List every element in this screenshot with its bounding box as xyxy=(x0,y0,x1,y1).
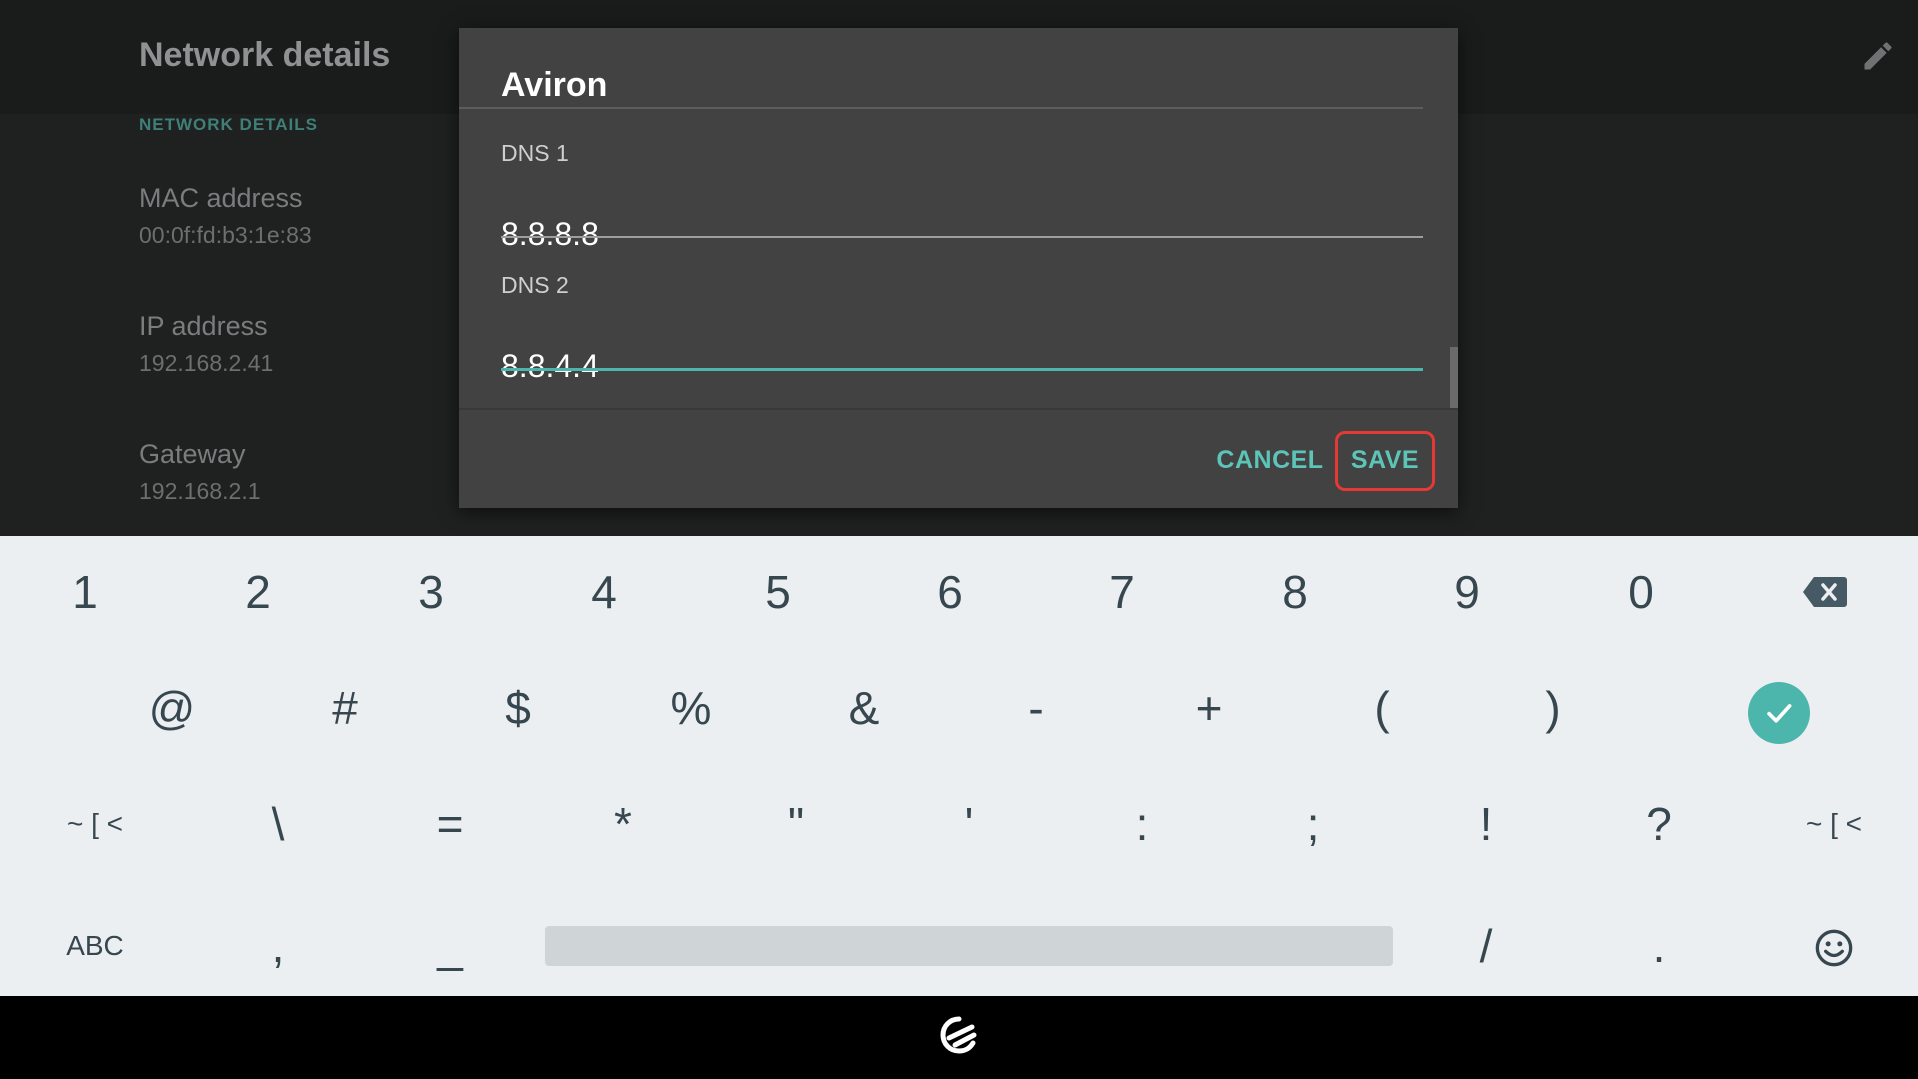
key-colon[interactable]: : xyxy=(1112,794,1172,854)
key-0[interactable]: 0 xyxy=(1611,562,1671,622)
key-symbols-shift-right[interactable]: ~ [ < xyxy=(1789,794,1879,854)
key-question[interactable]: ? xyxy=(1629,794,1689,854)
key-5[interactable]: 5 xyxy=(748,562,808,622)
item-value: 192.168.2.1 xyxy=(139,478,261,504)
backspace-key[interactable] xyxy=(1798,562,1852,622)
dialog-title: Aviron xyxy=(501,66,608,104)
mac-address-item[interactable]: MAC address 00:0f:fd:b3:1e:83 xyxy=(139,183,312,249)
key-semicolon[interactable]: ; xyxy=(1283,794,1343,854)
abc-key[interactable]: ABC xyxy=(55,916,135,976)
key-slash[interactable]: / xyxy=(1456,916,1516,976)
enter-key[interactable] xyxy=(1748,682,1810,744)
key-6[interactable]: 6 xyxy=(920,562,980,622)
key-exclamation[interactable]: ! xyxy=(1456,794,1516,854)
on-screen-keyboard: 1 2 3 4 5 6 7 8 9 0 @ # $ % & - + ( ) ~ … xyxy=(0,536,1918,996)
dns2-underline-focused xyxy=(501,368,1423,371)
ip-address-item[interactable]: IP address 192.168.2.41 xyxy=(139,311,273,377)
key-4[interactable]: 4 xyxy=(574,562,634,622)
item-value: 192.168.2.41 xyxy=(139,350,274,376)
save-button[interactable]: SAVE xyxy=(1336,434,1434,486)
divider xyxy=(459,408,1458,410)
key-comma[interactable]: , xyxy=(248,916,308,976)
dns1-input[interactable] xyxy=(501,212,1423,256)
key-8[interactable]: 8 xyxy=(1265,562,1325,622)
key-symbols-shift-left[interactable]: ~ [ < xyxy=(50,794,140,854)
item-label: Gateway xyxy=(139,439,246,469)
key-7[interactable]: 7 xyxy=(1092,562,1152,622)
key-double-quote[interactable]: " xyxy=(766,794,826,854)
dns1-underline xyxy=(501,236,1423,238)
dns-settings-dialog: Aviron DNS 1 DNS 2 CANCEL SAVE xyxy=(459,28,1458,508)
key-underscore[interactable]: _ xyxy=(420,916,480,976)
key-plus[interactable]: + xyxy=(1179,678,1239,738)
item-value: 00:0f:fd:b3:1e:83 xyxy=(139,222,312,248)
scrollbar[interactable] xyxy=(1450,347,1458,409)
key-percent[interactable]: % xyxy=(661,678,721,738)
dns1-label: DNS 1 xyxy=(501,140,569,166)
key-close-paren[interactable]: ) xyxy=(1523,678,1583,738)
dns2-input[interactable] xyxy=(501,344,1423,388)
key-backslash[interactable]: \ xyxy=(248,794,308,854)
key-9[interactable]: 9 xyxy=(1437,562,1497,622)
edit-pencil-icon[interactable] xyxy=(1860,38,1896,74)
navigation-bar xyxy=(0,996,1918,1079)
key-single-quote[interactable]: ' xyxy=(939,794,999,854)
page-title: Network details xyxy=(139,36,391,74)
cancel-button[interactable]: CANCEL xyxy=(1196,434,1344,486)
key-period[interactable]: . xyxy=(1629,916,1689,976)
key-equals[interactable]: = xyxy=(420,794,480,854)
backspace-icon xyxy=(1803,577,1847,607)
key-ampersand[interactable]: & xyxy=(834,678,894,738)
section-title: NETWORK DETAILS xyxy=(139,115,319,134)
home-logo-icon[interactable] xyxy=(939,1014,979,1058)
emoji-icon xyxy=(1815,929,1853,967)
key-2[interactable]: 2 xyxy=(228,562,288,622)
item-label: IP address xyxy=(139,311,268,341)
key-open-paren[interactable]: ( xyxy=(1352,678,1412,738)
key-hash[interactable]: # xyxy=(315,678,375,738)
dns2-label: DNS 2 xyxy=(501,272,569,298)
key-minus[interactable]: - xyxy=(1006,678,1066,738)
key-1[interactable]: 1 xyxy=(55,562,115,622)
key-at[interactable]: @ xyxy=(142,678,202,738)
gateway-item[interactable]: Gateway 192.168.2.1 xyxy=(139,439,261,505)
divider xyxy=(459,107,1423,109)
enter-check-icon xyxy=(1767,704,1792,723)
key-asterisk[interactable]: * xyxy=(593,794,653,854)
key-dollar[interactable]: $ xyxy=(488,678,548,738)
emoji-key[interactable] xyxy=(1812,926,1856,970)
key-3[interactable]: 3 xyxy=(401,562,461,622)
space-key[interactable] xyxy=(545,926,1393,966)
item-label: MAC address xyxy=(139,183,303,213)
